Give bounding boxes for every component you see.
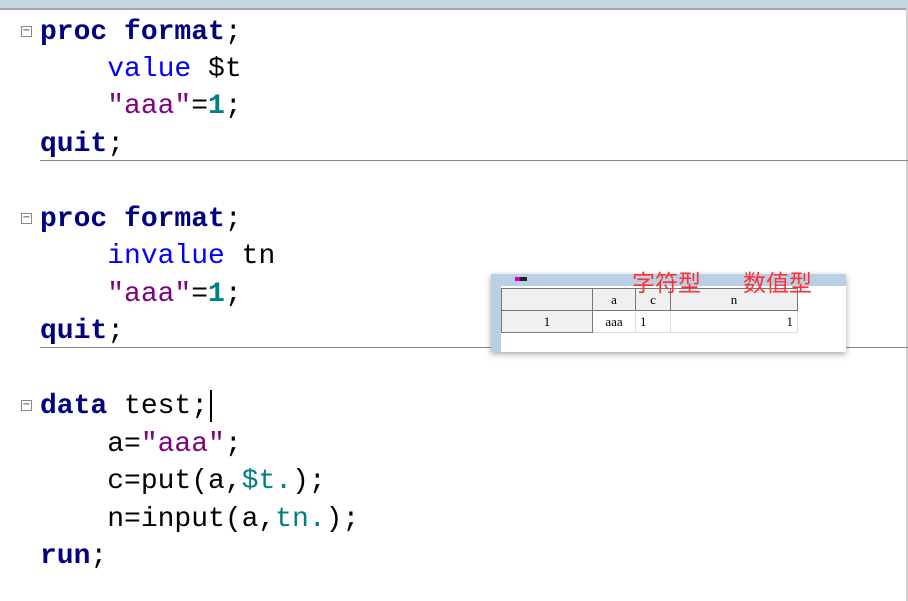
code-token: ; xyxy=(224,204,242,235)
code-token: "aaa" xyxy=(40,279,192,310)
fold-minus-icon[interactable]: − xyxy=(21,26,32,37)
code-token: "aaa" xyxy=(40,91,192,122)
code-token: proc format xyxy=(40,204,225,235)
code-line[interactable]: run; xyxy=(40,538,107,575)
annotation-num-type: 数值型 xyxy=(743,271,812,297)
result-window-border xyxy=(491,286,501,352)
code-line[interactable]: data test; xyxy=(40,388,213,425)
table-row: 1 aaa 1 1 xyxy=(501,310,798,333)
code-token: ; xyxy=(224,279,242,310)
code-line[interactable]: n=input(a,tn.); xyxy=(40,501,359,538)
code-token: run xyxy=(40,541,91,572)
code-token: quit xyxy=(40,129,108,160)
code-line[interactable]: quit; xyxy=(40,126,124,163)
cell-c[interactable]: 1 xyxy=(635,310,671,333)
code-token: 1 xyxy=(208,279,225,310)
code-token: $t xyxy=(191,54,242,85)
row-number[interactable]: 1 xyxy=(501,310,593,333)
column-header-a[interactable]: a xyxy=(592,288,636,311)
code-token: a= xyxy=(40,429,141,460)
code-line[interactable]: invalue tn xyxy=(40,238,275,275)
code-token: data xyxy=(40,391,108,422)
code-token: 1 xyxy=(208,91,225,122)
annotation-char-type: 字符型 xyxy=(632,271,701,297)
code-token: $t. xyxy=(241,466,293,497)
code-token: = xyxy=(191,91,209,122)
code-line[interactable]: "aaa"=1; xyxy=(40,88,242,125)
code-token: = xyxy=(191,279,209,310)
section-divider xyxy=(40,160,908,161)
fold-minus-icon[interactable]: − xyxy=(21,400,32,411)
code-token: ; xyxy=(224,429,242,460)
cell-a[interactable]: aaa xyxy=(592,310,636,333)
code-token: "aaa" xyxy=(140,429,225,460)
code-token: ; xyxy=(107,129,125,160)
code-token: quit xyxy=(40,316,108,347)
code-token: ; xyxy=(90,541,108,572)
code-line[interactable]: "aaa"=1; xyxy=(40,276,242,313)
window-top-border xyxy=(0,0,908,10)
code-token: tn. xyxy=(275,504,326,535)
code-token: test; xyxy=(107,391,209,422)
code-token: tn xyxy=(224,241,276,272)
code-line[interactable]: proc format; xyxy=(40,14,242,51)
code-token: n=input(a, xyxy=(40,504,276,535)
text-cursor xyxy=(210,389,213,422)
window-icon xyxy=(515,277,527,281)
code-token: ; xyxy=(224,91,242,122)
code-line[interactable]: quit; xyxy=(40,313,124,350)
code-line[interactable]: a="aaa"; xyxy=(40,426,242,463)
code-token: ); xyxy=(292,466,326,497)
code-token: invalue xyxy=(40,241,225,272)
code-token: ; xyxy=(224,17,242,48)
code-line[interactable]: value $t xyxy=(40,51,242,88)
row-header-corner xyxy=(501,288,593,311)
code-token: value xyxy=(40,54,192,85)
code-line[interactable]: c=put(a,$t.); xyxy=(40,463,326,500)
fold-minus-icon[interactable]: − xyxy=(21,213,32,224)
code-token: c=put(a, xyxy=(40,466,242,497)
code-line[interactable]: proc format; xyxy=(40,201,242,238)
code-token: ; xyxy=(107,316,125,347)
code-token: proc format xyxy=(40,17,225,48)
code-token: ); xyxy=(325,504,360,535)
cell-n[interactable]: 1 xyxy=(670,310,798,333)
